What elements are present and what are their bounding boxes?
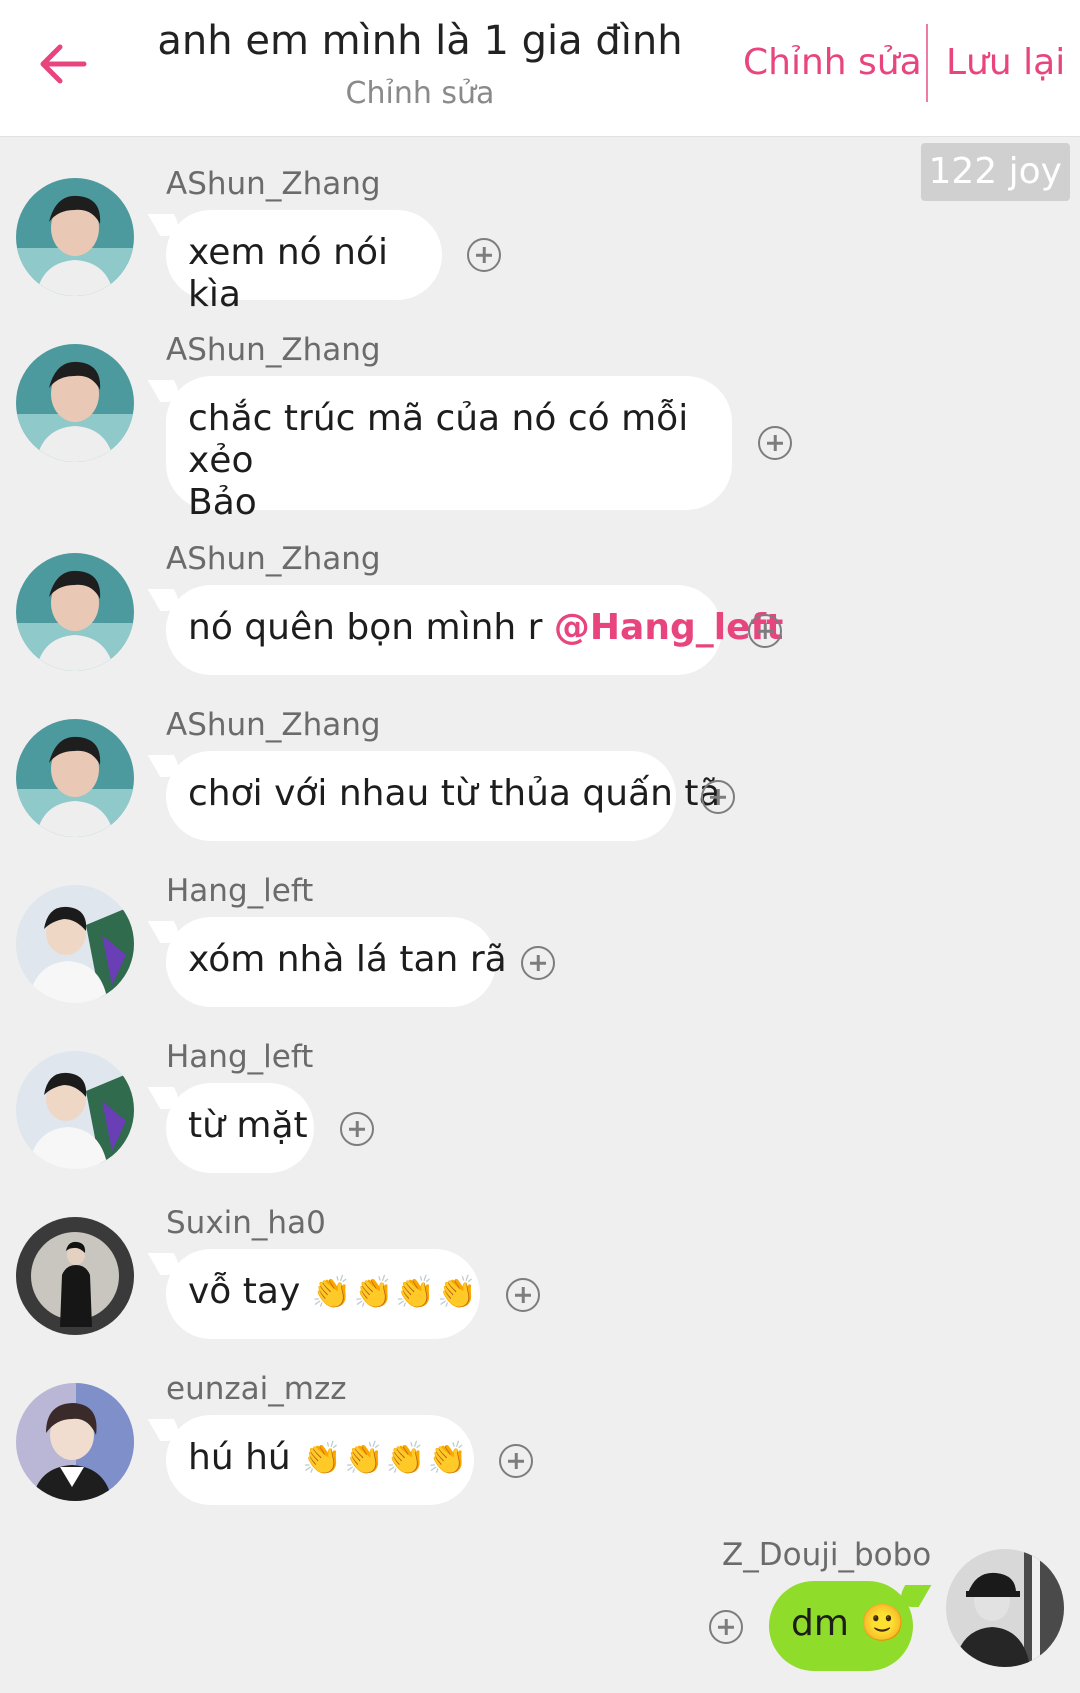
sender-name: Hang_left [166, 1039, 314, 1075]
sender-name: Z_Douji_bobo [722, 1537, 932, 1573]
avatar[interactable] [16, 553, 134, 671]
chat-subtitle: Chỉnh sửa [345, 76, 495, 111]
add-reaction-icon[interactable] [709, 1610, 743, 1644]
avatar[interactable] [16, 1051, 134, 1169]
clap-emoji-icon: 👏👏👏👏 [311, 1273, 480, 1311]
sender-name: AShun_Zhang [166, 332, 381, 368]
sender-name: AShun_Zhang [166, 707, 381, 743]
arrow-left-icon[interactable] [34, 36, 90, 92]
message-text-line: chắc trúc mã của nó có mỗi xẻo [188, 398, 689, 481]
message-text: chơi với nhau từ thủa quấn tã [188, 773, 721, 814]
message-text: vỗ tay [188, 1271, 301, 1312]
message-text: xem nó nói kìa [188, 232, 388, 315]
joy-badge: 122 joy [920, 143, 1070, 201]
message-text: từ mặt [188, 1105, 308, 1146]
message-bubble[interactable]: hú hú 👏👏👏👏 [166, 1415, 474, 1505]
header-divider [926, 24, 928, 102]
message-bubble[interactable]: chơi với nhau từ thủa quấn tã [166, 751, 721, 841]
chat-title: anh em mình là 1 gia đình [157, 18, 683, 64]
add-reaction-icon[interactable] [506, 1278, 540, 1312]
avatar[interactable] [16, 178, 134, 296]
sender-name: eunzai_mzz [166, 1371, 347, 1407]
add-reaction-icon[interactable] [521, 946, 555, 980]
sender-name: Hang_left [166, 873, 314, 909]
message-bubble[interactable]: nó quên bọn mình r @Hang_left [166, 585, 783, 675]
message-text: nó quên bọn mình r [188, 607, 543, 648]
message-bubble[interactable]: chắc trúc mã của nó có mỗi xẻo Bảo [166, 376, 732, 523]
header-bar: anh em mình là 1 gia đình Chỉnh sửa Chỉn… [0, 0, 1080, 137]
message-row-own: Z_Douji_bobo dm 🙂 [0, 1537, 1080, 1687]
message-text: hú hú [188, 1437, 291, 1478]
avatar[interactable] [16, 344, 134, 462]
edit-button[interactable]: Chỉnh sửa [743, 42, 922, 83]
sender-name: AShun_Zhang [166, 166, 381, 202]
message-bubble[interactable]: dm 🙂 [769, 1581, 913, 1671]
message-bubble[interactable]: từ mặt [166, 1083, 314, 1173]
message-bubble[interactable]: xem nó nói kìa [166, 210, 442, 315]
avatar[interactable] [16, 1383, 134, 1501]
add-reaction-icon[interactable] [701, 780, 735, 814]
save-button[interactable]: Lưu lại [946, 42, 1065, 83]
smile-emoji-icon: 🙂 [860, 1603, 906, 1644]
message-text: dm [791, 1603, 849, 1644]
message-bubble[interactable]: xóm nhà lá tan rã [166, 917, 507, 1007]
avatar[interactable] [16, 719, 134, 837]
add-reaction-icon[interactable] [499, 1444, 533, 1478]
message-text-line: Bảo [188, 482, 257, 523]
message-text: xóm nhà lá tan rã [188, 939, 507, 980]
add-reaction-icon[interactable] [467, 238, 501, 272]
sender-name: AShun_Zhang [166, 541, 381, 577]
avatar[interactable] [16, 1217, 134, 1335]
add-reaction-icon[interactable] [758, 426, 792, 460]
avatar[interactable] [946, 1549, 1064, 1667]
add-reaction-icon[interactable] [340, 1112, 374, 1146]
avatar[interactable] [16, 885, 134, 1003]
message-bubble[interactable]: vỗ tay 👏👏👏👏 [166, 1249, 480, 1339]
clap-emoji-icon: 👏👏👏👏 [302, 1439, 470, 1477]
add-reaction-icon[interactable] [748, 614, 782, 648]
sender-name: Suxin_ha0 [166, 1205, 326, 1241]
